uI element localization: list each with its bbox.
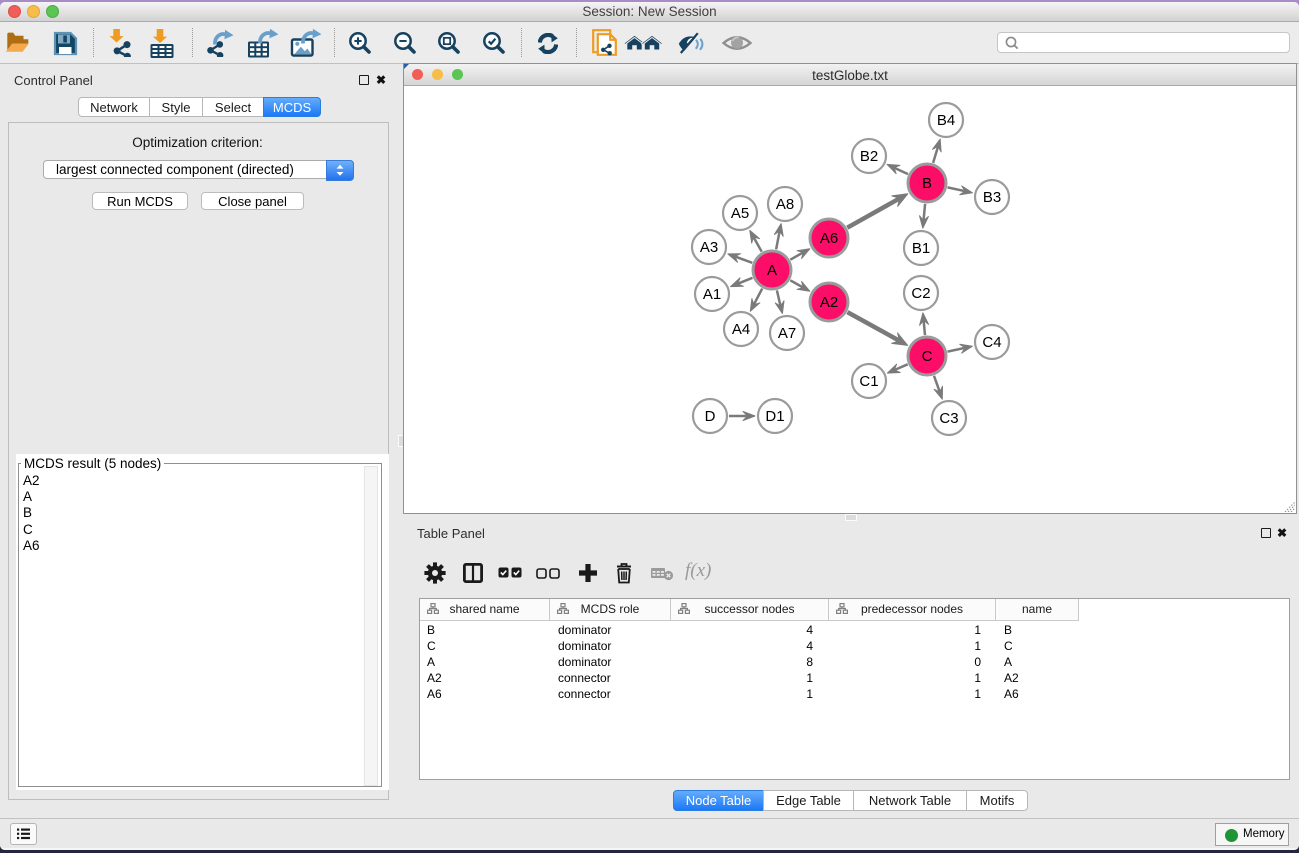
svg-text:A2: A2 [820,294,838,311]
svg-text:A5: A5 [731,205,749,222]
svg-text:A7: A7 [778,325,796,342]
svg-text:A3: A3 [700,239,718,256]
svg-text:A8: A8 [776,196,794,213]
svg-text:B: B [922,175,932,192]
svg-text:C: C [922,348,933,365]
svg-text:D1: D1 [765,408,784,425]
svg-text:C3: C3 [939,410,958,427]
svg-text:A6: A6 [820,230,838,247]
svg-text:C2: C2 [911,285,930,302]
svg-text:B3: B3 [983,189,1001,206]
svg-text:B4: B4 [937,112,955,129]
svg-text:B2: B2 [860,148,878,165]
svg-text:B1: B1 [912,240,930,257]
svg-text:C1: C1 [859,373,878,390]
svg-text:D: D [705,408,716,425]
svg-text:A1: A1 [703,286,721,303]
svg-text:A4: A4 [732,321,750,338]
svg-text:C4: C4 [982,334,1001,351]
svg-text:A: A [767,262,777,279]
